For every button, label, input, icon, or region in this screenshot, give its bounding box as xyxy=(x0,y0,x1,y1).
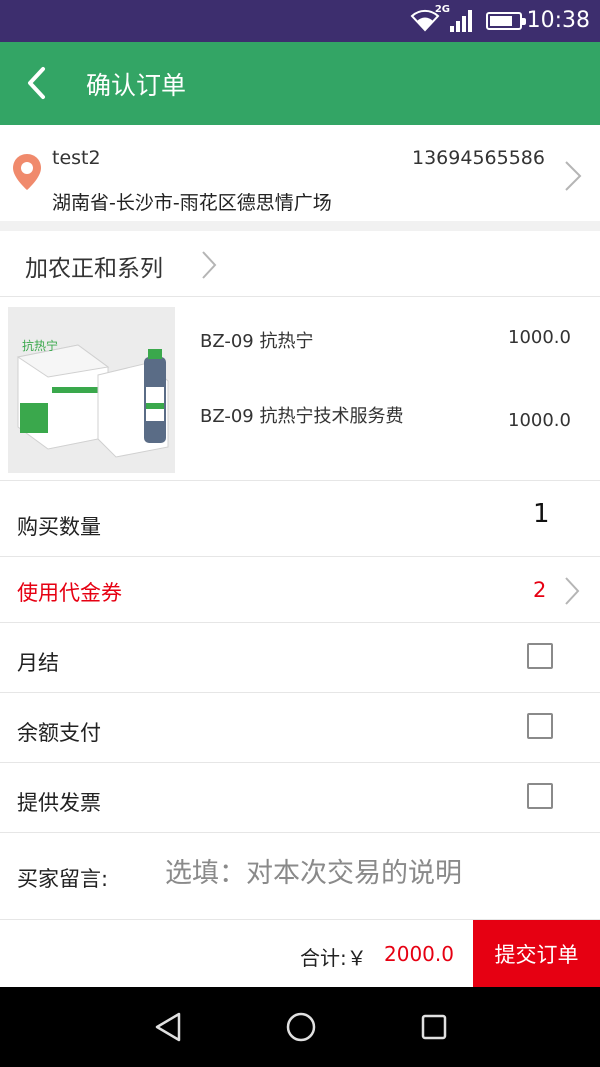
order-footer: 合计:￥ 2000.0 提交订单 xyxy=(0,919,600,988)
nav-home-button[interactable] xyxy=(283,1009,319,1045)
chevron-right-icon xyxy=(202,251,217,279)
recipient-phone: 13694565586 xyxy=(412,147,545,169)
coupon-row[interactable]: 使用代金券 2 xyxy=(0,557,600,623)
status-bar: 2G 10:38 xyxy=(0,0,600,42)
recents-square-icon xyxy=(421,1014,447,1040)
product-image-label: 抗热宁 xyxy=(22,339,59,353)
item-name: BZ-09 抗热宁技术服务费 xyxy=(200,406,404,427)
nav-recents-button[interactable] xyxy=(416,1009,452,1045)
product-image[interactable]: 抗热宁 xyxy=(8,307,175,473)
quantity-row: 购买数量 1 xyxy=(0,481,600,557)
total-label: 合计:￥ xyxy=(300,946,367,970)
chevron-right-icon xyxy=(565,577,580,605)
back-triangle-icon xyxy=(155,1012,181,1042)
status-time: 10:38 xyxy=(526,8,590,33)
home-circle-icon xyxy=(286,1012,316,1042)
item-name: BZ-09 抗热宁 xyxy=(200,331,314,352)
buyer-message-label: 买家留言: xyxy=(17,867,109,891)
section-divider xyxy=(0,221,600,231)
product-card: 抗热宁 BZ-09 抗热宁 1000.0 BZ-09 抗热宁技术服务费 1000… xyxy=(0,297,600,481)
location-pin-icon xyxy=(13,154,41,190)
nav-back-button[interactable] xyxy=(150,1009,186,1045)
back-button[interactable] xyxy=(14,60,58,106)
page-title: 确认订单 xyxy=(86,71,187,100)
invoice-row: 提供发票 xyxy=(0,763,600,833)
item-price: 1000.0 xyxy=(508,410,571,431)
system-nav-bar xyxy=(0,987,600,1067)
chevron-right-icon xyxy=(565,161,582,191)
store-row[interactable]: 加农正和系列 xyxy=(0,231,600,297)
quantity-label: 购买数量 xyxy=(17,515,101,539)
balance-payment-checkbox[interactable] xyxy=(527,713,553,739)
monthly-settlement-row: 月结 xyxy=(0,623,600,693)
app-bar: 确认订单 xyxy=(0,42,600,125)
shipping-address[interactable]: test2 13694565586 湖南省-长沙市-雨花区德思情广场 xyxy=(0,125,600,221)
product-package-illustration xyxy=(8,307,175,473)
invoice-label: 提供发票 xyxy=(17,791,101,815)
signal-icon xyxy=(450,10,472,32)
quantity-value[interactable]: 1 xyxy=(533,499,550,529)
invoice-checkbox[interactable] xyxy=(527,783,553,809)
network-type-label: 2G xyxy=(434,4,450,15)
coupon-label: 使用代金券 xyxy=(17,581,122,605)
total-amount: 2000.0 xyxy=(384,942,454,966)
address-detail: 湖南省-长沙市-雨花区德思情广场 xyxy=(52,192,332,214)
recipient-name: test2 xyxy=(52,147,101,169)
chevron-left-icon xyxy=(28,67,45,99)
balance-payment-label: 余额支付 xyxy=(17,721,101,745)
monthly-settlement-label: 月结 xyxy=(17,651,59,675)
buyer-message-row: 买家留言: xyxy=(0,833,600,919)
monthly-settlement-checkbox[interactable] xyxy=(527,643,553,669)
item-price: 1000.0 xyxy=(508,327,571,348)
balance-payment-row: 余额支付 xyxy=(0,693,600,763)
store-name: 加农正和系列 xyxy=(25,256,163,282)
submit-order-button[interactable]: 提交订单 xyxy=(473,920,600,988)
buyer-message-input[interactable] xyxy=(165,853,585,893)
coupon-count: 2 xyxy=(533,578,547,602)
battery-icon xyxy=(486,12,526,30)
